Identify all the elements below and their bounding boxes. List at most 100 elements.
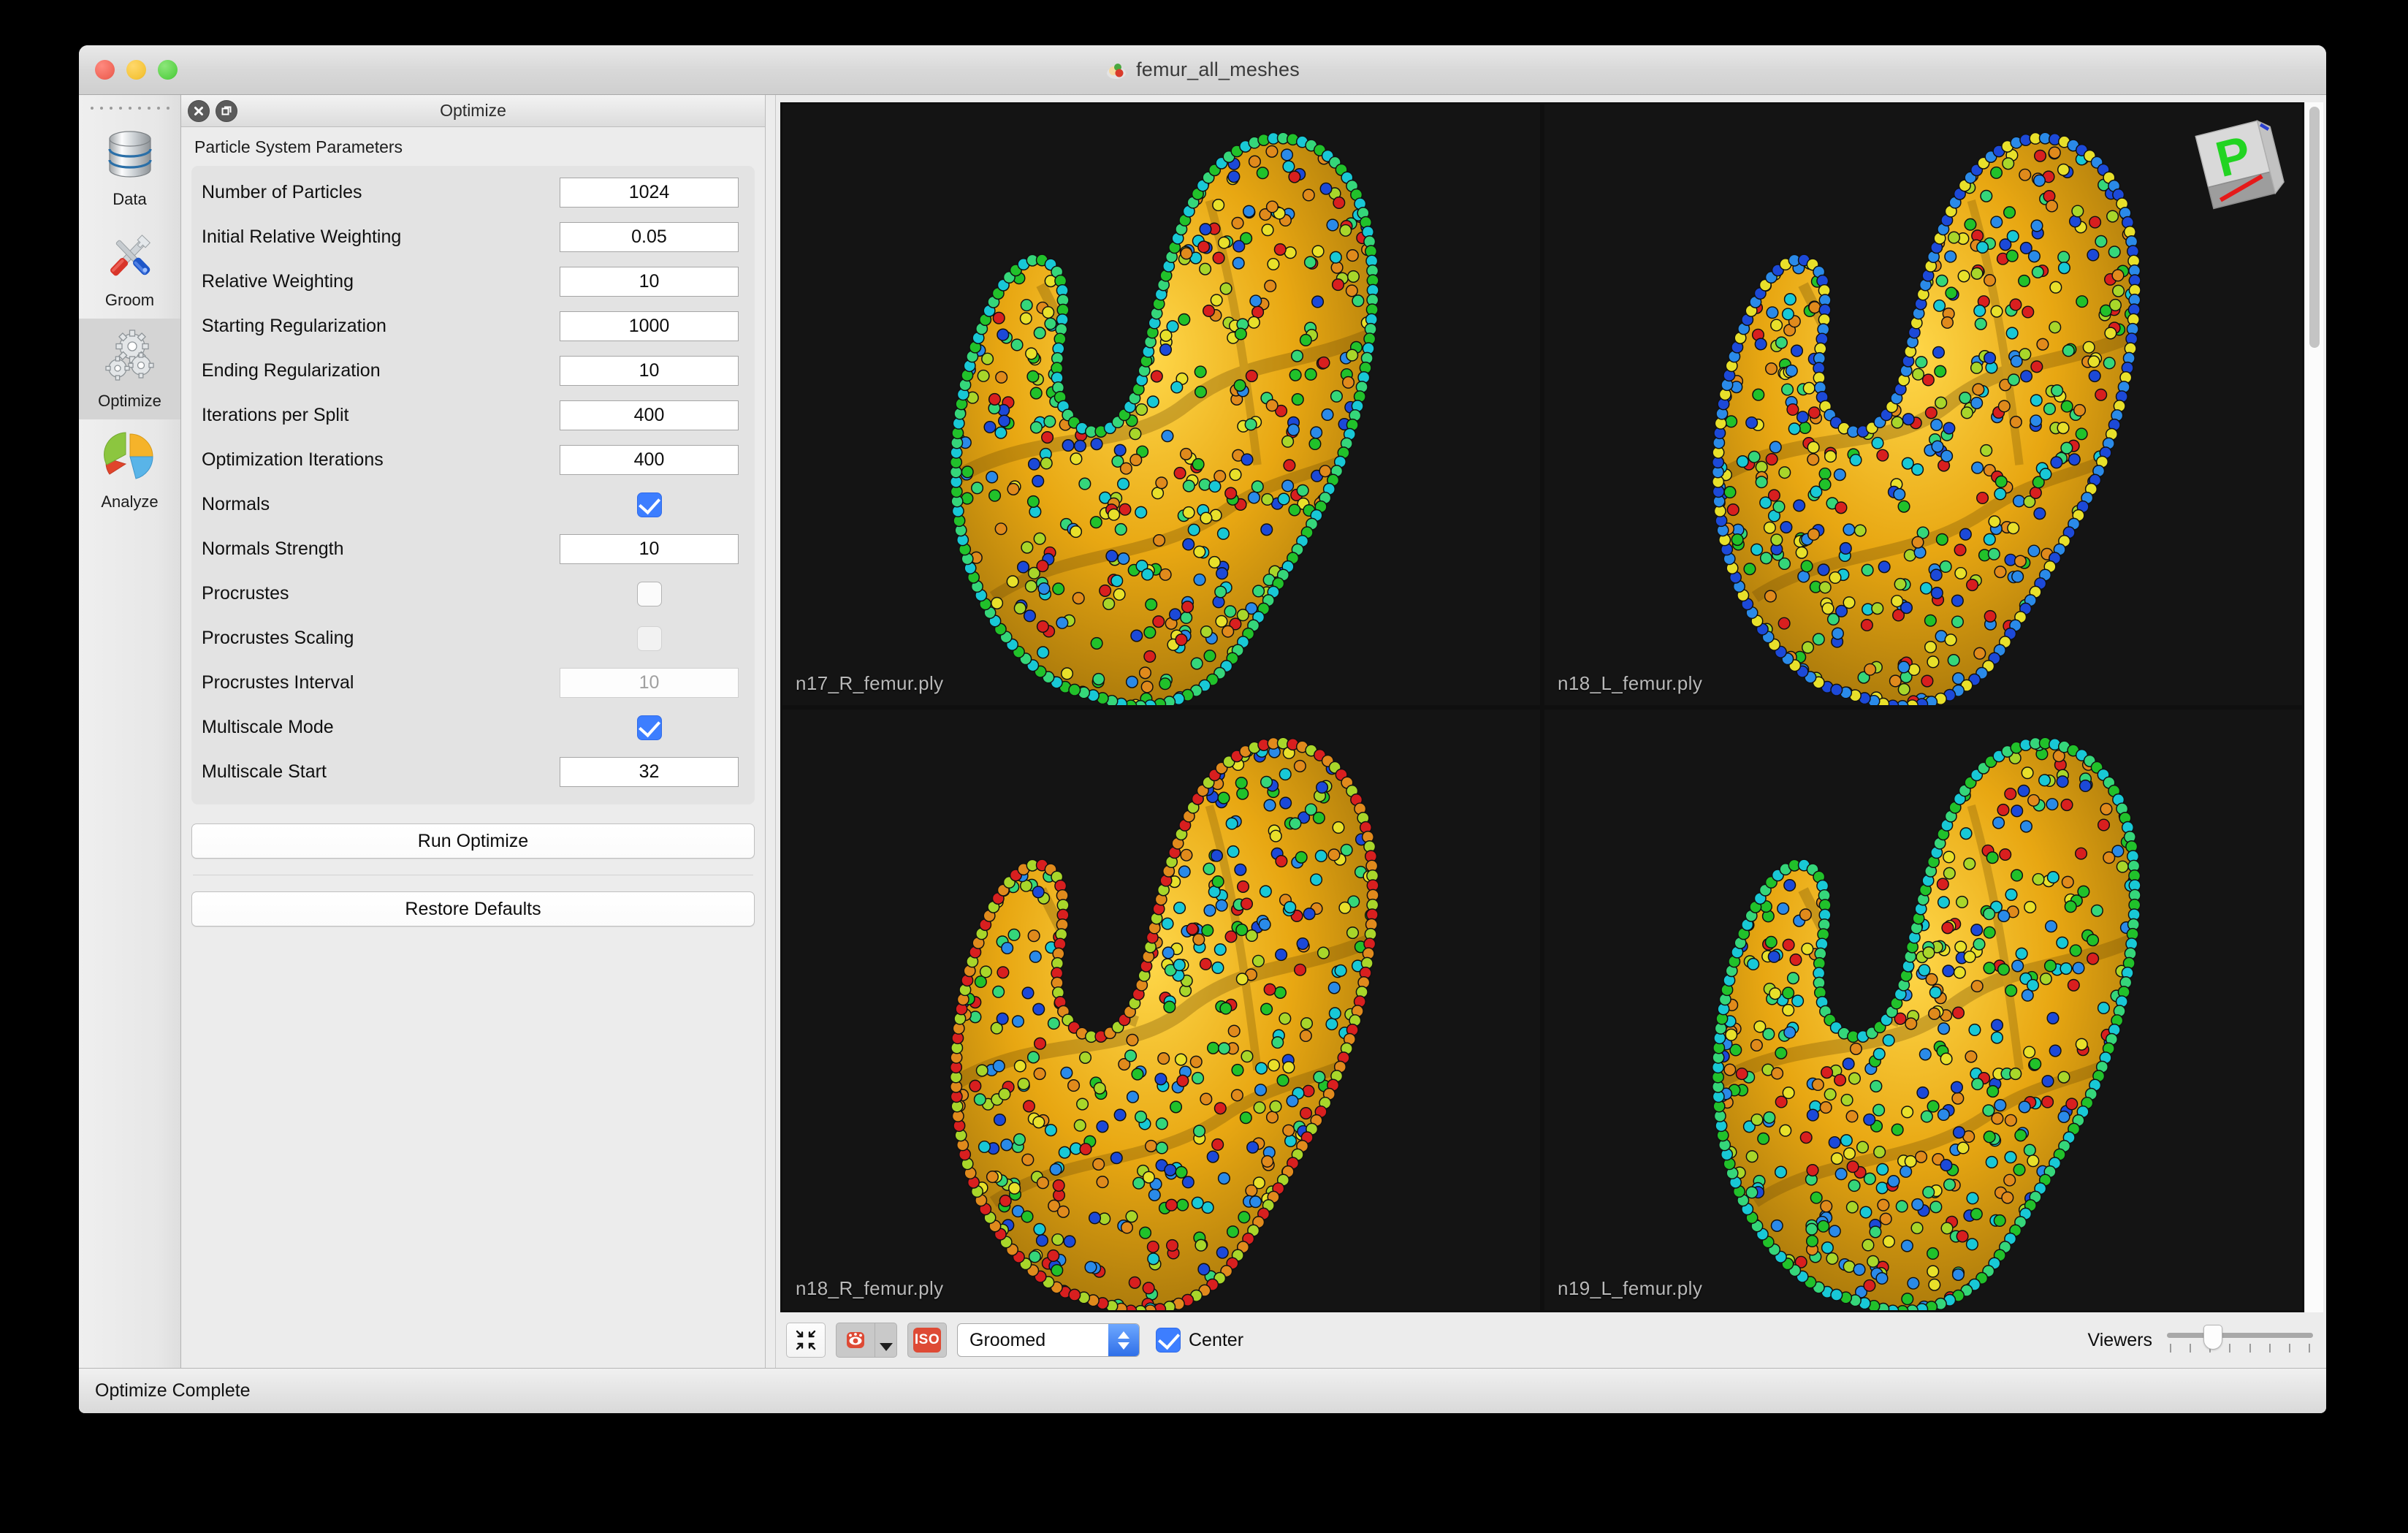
optimize-dock-panel: Optimize Particle System Parameters Numb… [181, 95, 766, 1368]
viewers-slider-ticks [2170, 1344, 2310, 1353]
param-row: Procrustes Interval 10 [191, 661, 755, 705]
display-mode-value: Groomed [969, 1329, 1046, 1350]
param-row: Starting Regularization 1000 [191, 304, 755, 349]
param-label: Multiscale Mode [202, 717, 334, 737]
param-input[interactable]: 1000 [560, 311, 739, 341]
param-row: Normals Strength 10 [191, 527, 755, 571]
param-checkbox[interactable] [636, 715, 662, 740]
sidebar-grip[interactable] [79, 102, 180, 114]
param-label: Ending Regularization [202, 360, 381, 381]
param-label: Procrustes Interval [202, 672, 354, 693]
application-window: femur_all_meshes Data Groom Optimize Ana… [79, 45, 2326, 1413]
param-label: Relative Weighting [202, 271, 354, 292]
iso-view-button[interactable]: ISO [907, 1323, 947, 1358]
param-label: Number of Particles [202, 182, 362, 202]
view-dropdown-arrow[interactable] [875, 1323, 897, 1358]
run-optimize-button[interactable]: Run Optimize [191, 823, 755, 859]
display-mode-select[interactable]: Groomed [957, 1323, 1140, 1357]
param-row: Initial Relative Weighting 0.05 [191, 215, 755, 259]
viewport[interactable]: n18_R_femur.ply [782, 710, 1540, 1310]
panel-scroll-area: Particle System Parameters Number of Par… [181, 127, 765, 1368]
title-bar: femur_all_meshes [79, 45, 2326, 95]
minimize-button[interactable] [126, 60, 146, 80]
viewport[interactable]: n17_R_femur.ply [782, 104, 1540, 705]
close-dock-icon[interactable] [188, 99, 210, 122]
view-mode-split-button [836, 1323, 897, 1358]
sidebar-item-optimize[interactable]: Optimize [79, 319, 180, 419]
viewer-scrollbar[interactable] [2304, 102, 2323, 1312]
param-label: Normals [202, 494, 270, 514]
dock-title: Optimize [440, 101, 506, 120]
param-row: Ending Regularization 10 [191, 349, 755, 393]
sidebar-item-label: Analyze [101, 492, 159, 511]
sidebar-item-label: Data [113, 190, 147, 208]
dock-header: Optimize [181, 95, 765, 127]
viewer-grid: n17_R_femur.ply Pn18_L_femur.ply n18_R_fem… [780, 102, 2304, 1312]
param-label: Starting Regularization [202, 316, 386, 336]
param-label: Procrustes Scaling [202, 628, 354, 648]
viewer-region: n17_R_femur.ply Pn18_L_femur.ply n18_R_fem… [776, 95, 2326, 1368]
window-body: Data Groom Optimize Analyze Optimize Par… [79, 95, 2326, 1368]
viewer-scrollbar-thumb[interactable] [2309, 107, 2320, 348]
center-label: Center [1189, 1329, 1244, 1350]
param-row: Relative Weighting 10 [191, 259, 755, 304]
gears-icon [104, 330, 154, 381]
tools-icon [110, 235, 150, 276]
center-checkbox-row[interactable]: Center [1156, 1328, 1243, 1353]
orientation-cube-icon[interactable]: P [2182, 112, 2292, 221]
toolbox-sidebar: Data Groom Optimize Analyze [79, 95, 181, 1368]
sidebar-item-label: Groom [104, 291, 155, 309]
param-checkbox[interactable] [636, 492, 662, 517]
window-title: femur_all_meshes [1136, 58, 1300, 80]
parameters-group: Number of Particles 1024 Initial Relative … [191, 166, 755, 804]
viewers-slider-handle[interactable] [2203, 1325, 2222, 1350]
param-checkbox-wrap [560, 492, 739, 517]
param-row: Procrustes Scaling [191, 616, 755, 661]
sidebar-item-analyze[interactable]: Analyze [79, 419, 180, 520]
param-row: Number of Particles 1024 [191, 170, 755, 215]
param-input[interactable]: 32 [560, 757, 739, 787]
param-row: Iterations per Split 400 [191, 393, 755, 438]
group-title: Particle System Parameters [194, 137, 403, 156]
particles-icon [1107, 63, 1127, 79]
sidebar-item-data[interactable]: Data [79, 117, 180, 218]
zoom-button[interactable] [158, 60, 178, 80]
param-input[interactable]: 10 [560, 534, 739, 564]
param-row: Multiscale Start 32 [191, 750, 755, 794]
title-center-group: femur_all_meshes [79, 45, 2326, 94]
param-input[interactable]: 400 [560, 400, 739, 430]
param-label: Iterations per Split [202, 405, 349, 425]
sidebar-item-label: Optimize [98, 392, 161, 410]
param-row: Multiscale Mode [191, 705, 755, 750]
param-label: Normals Strength [202, 539, 344, 559]
pie-chart-icon [103, 432, 153, 479]
viewers-label: Viewers [2087, 1329, 2152, 1350]
param-input[interactable]: 10 [560, 267, 739, 297]
viewers-slider[interactable] [2167, 1323, 2313, 1357]
param-checkbox[interactable] [636, 581, 662, 606]
display-mode-stepper[interactable] [1108, 1324, 1139, 1356]
view-toolbar: ISO Groomed Center Viewers [776, 1312, 2326, 1368]
window-controls [95, 60, 178, 80]
param-input[interactable]: 1024 [560, 178, 739, 208]
param-checkbox-wrap [560, 581, 739, 606]
viewers-control-group: Viewers [2088, 1323, 2313, 1357]
zoom-to-fit-icon[interactable] [786, 1323, 826, 1358]
param-label: Procrustes [202, 583, 289, 604]
view-eye-icon[interactable] [836, 1323, 875, 1358]
panel-splitter[interactable] [766, 95, 776, 1368]
param-row: Optimization Iterations 400 [191, 438, 755, 482]
viewer-stack: n17_R_femur.ply Pn18_L_femur.ply n18_R_fem… [776, 102, 2326, 1312]
float-dock-icon[interactable] [216, 99, 237, 122]
param-input[interactable]: 10 [560, 356, 739, 386]
center-checkbox[interactable] [1156, 1328, 1181, 1353]
viewers-slider-track [2167, 1333, 2313, 1338]
param-input[interactable]: 400 [560, 445, 739, 475]
sidebar-item-groom[interactable]: Groom [79, 218, 180, 319]
viewport[interactable]: n19_L_femur.ply [1544, 710, 2302, 1310]
restore-defaults-button[interactable]: Restore Defaults [191, 891, 755, 927]
param-row: Procrustes [191, 571, 755, 616]
viewport[interactable]: Pn18_L_femur.ply [1544, 104, 2302, 705]
param-input[interactable]: 0.05 [560, 222, 739, 252]
close-button[interactable] [95, 60, 115, 80]
